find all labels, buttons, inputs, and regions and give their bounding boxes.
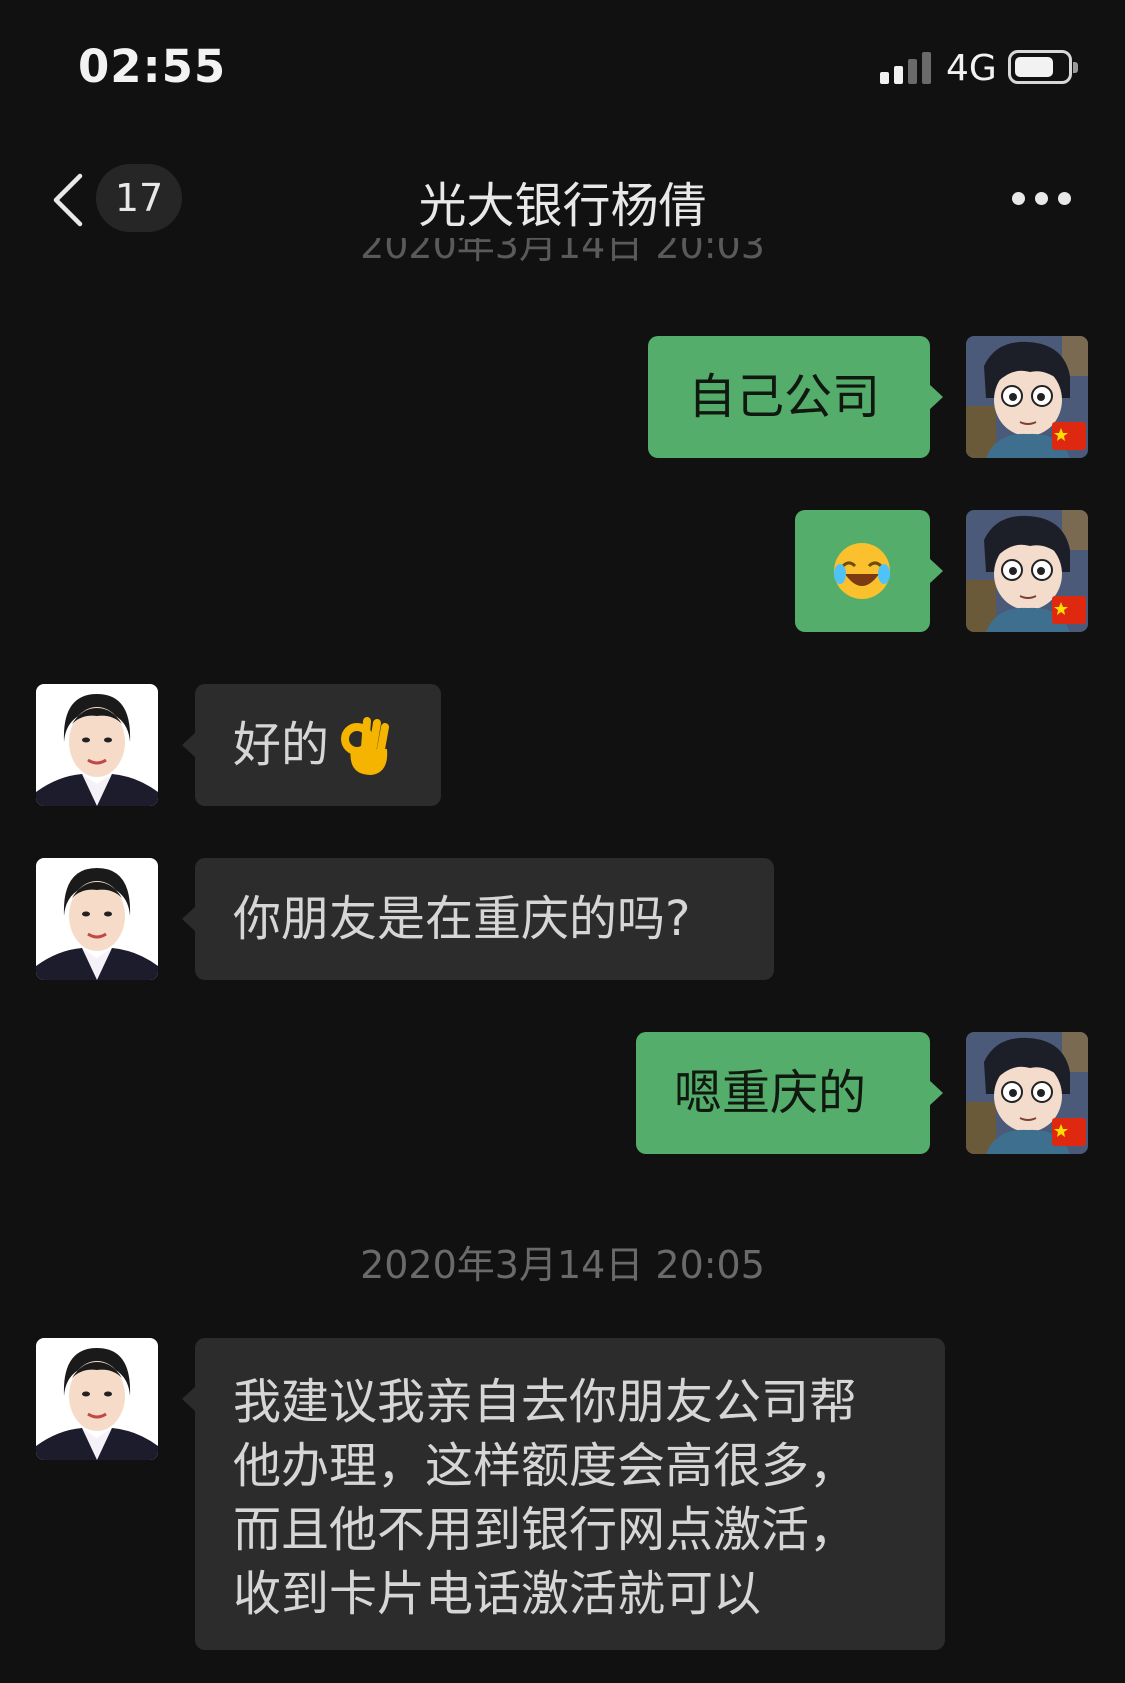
status-time: 02:55 bbox=[78, 40, 227, 93]
message-line: 收到卡片电话激活就可以 bbox=[233, 1566, 762, 1622]
timestamp-clipped: 2020年3月14日 20:03 bbox=[360, 238, 765, 267]
avatar-self[interactable] bbox=[966, 510, 1088, 632]
avatar-self[interactable] bbox=[966, 336, 1088, 458]
avatar-contact[interactable] bbox=[36, 858, 158, 980]
message-bubble-incoming[interactable]: 好的 bbox=[182, 684, 441, 806]
ok-hand-icon bbox=[341, 717, 390, 775]
chat-title: 光大银行杨倩 bbox=[418, 178, 707, 234]
signal-bars-icon bbox=[880, 52, 932, 84]
message-text: 你朋友是在重庆的吗? bbox=[233, 891, 691, 947]
battery-level bbox=[1015, 57, 1053, 77]
message-bubble-outgoing[interactable]: 自己公司 bbox=[648, 336, 943, 458]
battery-icon bbox=[1008, 50, 1078, 84]
avatar-contact[interactable] bbox=[36, 1338, 158, 1460]
timestamp: 2020年3月14日 20:05 bbox=[360, 1243, 765, 1287]
more-dots-icon[interactable] bbox=[1012, 192, 1072, 206]
avatar-self[interactable] bbox=[966, 1032, 1088, 1154]
status-bar: 02:55 4G bbox=[0, 0, 1125, 140]
message-line: 我建议我亲自去你朋友公司帮 bbox=[233, 1374, 858, 1430]
network-type: 4G bbox=[946, 48, 997, 89]
message-text: 自己公司 bbox=[688, 369, 881, 425]
avatar-contact[interactable] bbox=[36, 684, 158, 806]
message-text: 好的 bbox=[233, 717, 330, 773]
message-bubble-incoming[interactable]: 你朋友是在重庆的吗? bbox=[182, 858, 774, 980]
message-bubble-outgoing[interactable]: 嗯重庆的 bbox=[636, 1032, 943, 1154]
message-line: 而且他不用到银行网点激活， bbox=[233, 1502, 858, 1558]
message-text: 嗯重庆的 bbox=[674, 1065, 867, 1121]
message-bubble-incoming[interactable]: 我建议我亲自去你朋友公司帮 他办理，这样额度会高很多， 而且他不用到银行网点激活… bbox=[182, 1338, 945, 1650]
message-bubble-outgoing[interactable] bbox=[795, 510, 943, 632]
message-line: 他办理，这样额度会高很多， bbox=[233, 1438, 858, 1494]
face-with-tears-of-joy-icon bbox=[834, 543, 890, 599]
